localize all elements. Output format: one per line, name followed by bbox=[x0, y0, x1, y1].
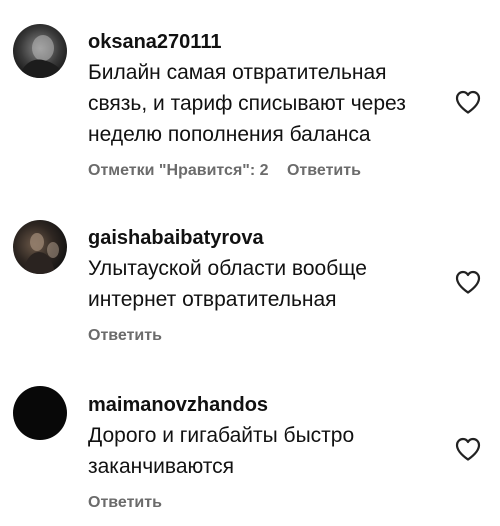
like-button[interactable] bbox=[454, 436, 482, 462]
comment-username[interactable]: maimanovzhandos bbox=[88, 394, 438, 416]
comment-username[interactable]: oksana270111 bbox=[88, 31, 438, 53]
reply-button[interactable]: Ответить bbox=[287, 162, 361, 179]
user-avatar-icon bbox=[13, 220, 67, 274]
avatar[interactable] bbox=[13, 24, 67, 78]
like-button[interactable] bbox=[454, 89, 482, 115]
like-button[interactable] bbox=[454, 269, 482, 295]
heart-outline-icon bbox=[455, 90, 481, 114]
reply-button[interactable]: Ответить bbox=[88, 327, 162, 344]
heart-outline-icon bbox=[455, 437, 481, 461]
user-avatar-icon bbox=[13, 24, 67, 78]
reply-button[interactable]: Ответить bbox=[88, 494, 162, 511]
likes-count[interactable]: Отметки "Нравится": 2 bbox=[88, 162, 269, 179]
comment-text: Дорого и гигабайты быстро заканчиваются bbox=[88, 424, 360, 478]
user-avatar-icon bbox=[13, 386, 67, 440]
avatar[interactable] bbox=[13, 386, 67, 440]
comment-username[interactable]: gaishabaibatyrova bbox=[88, 227, 438, 249]
avatar[interactable] bbox=[13, 220, 67, 274]
comment-text: Улытауской области вообще интернет отвра… bbox=[88, 257, 373, 311]
heart-outline-icon bbox=[455, 270, 481, 294]
comment-text: Билайн самая отвратительная связь, и тар… bbox=[88, 61, 412, 146]
